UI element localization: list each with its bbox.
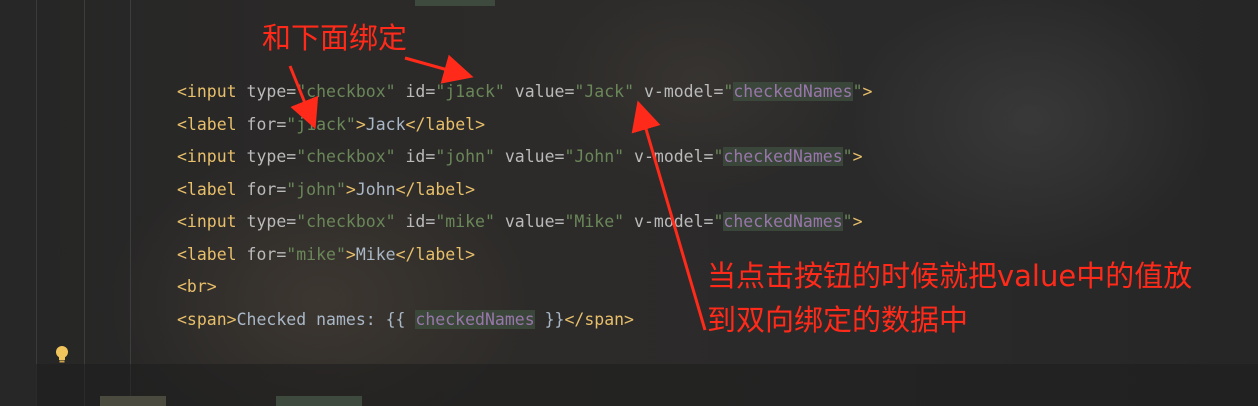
arrow-to-label-for [288,65,319,130]
annotation-arrows [288,54,707,331]
arrow-to-input-id [404,54,474,84]
arrow-to-value [631,100,707,331]
